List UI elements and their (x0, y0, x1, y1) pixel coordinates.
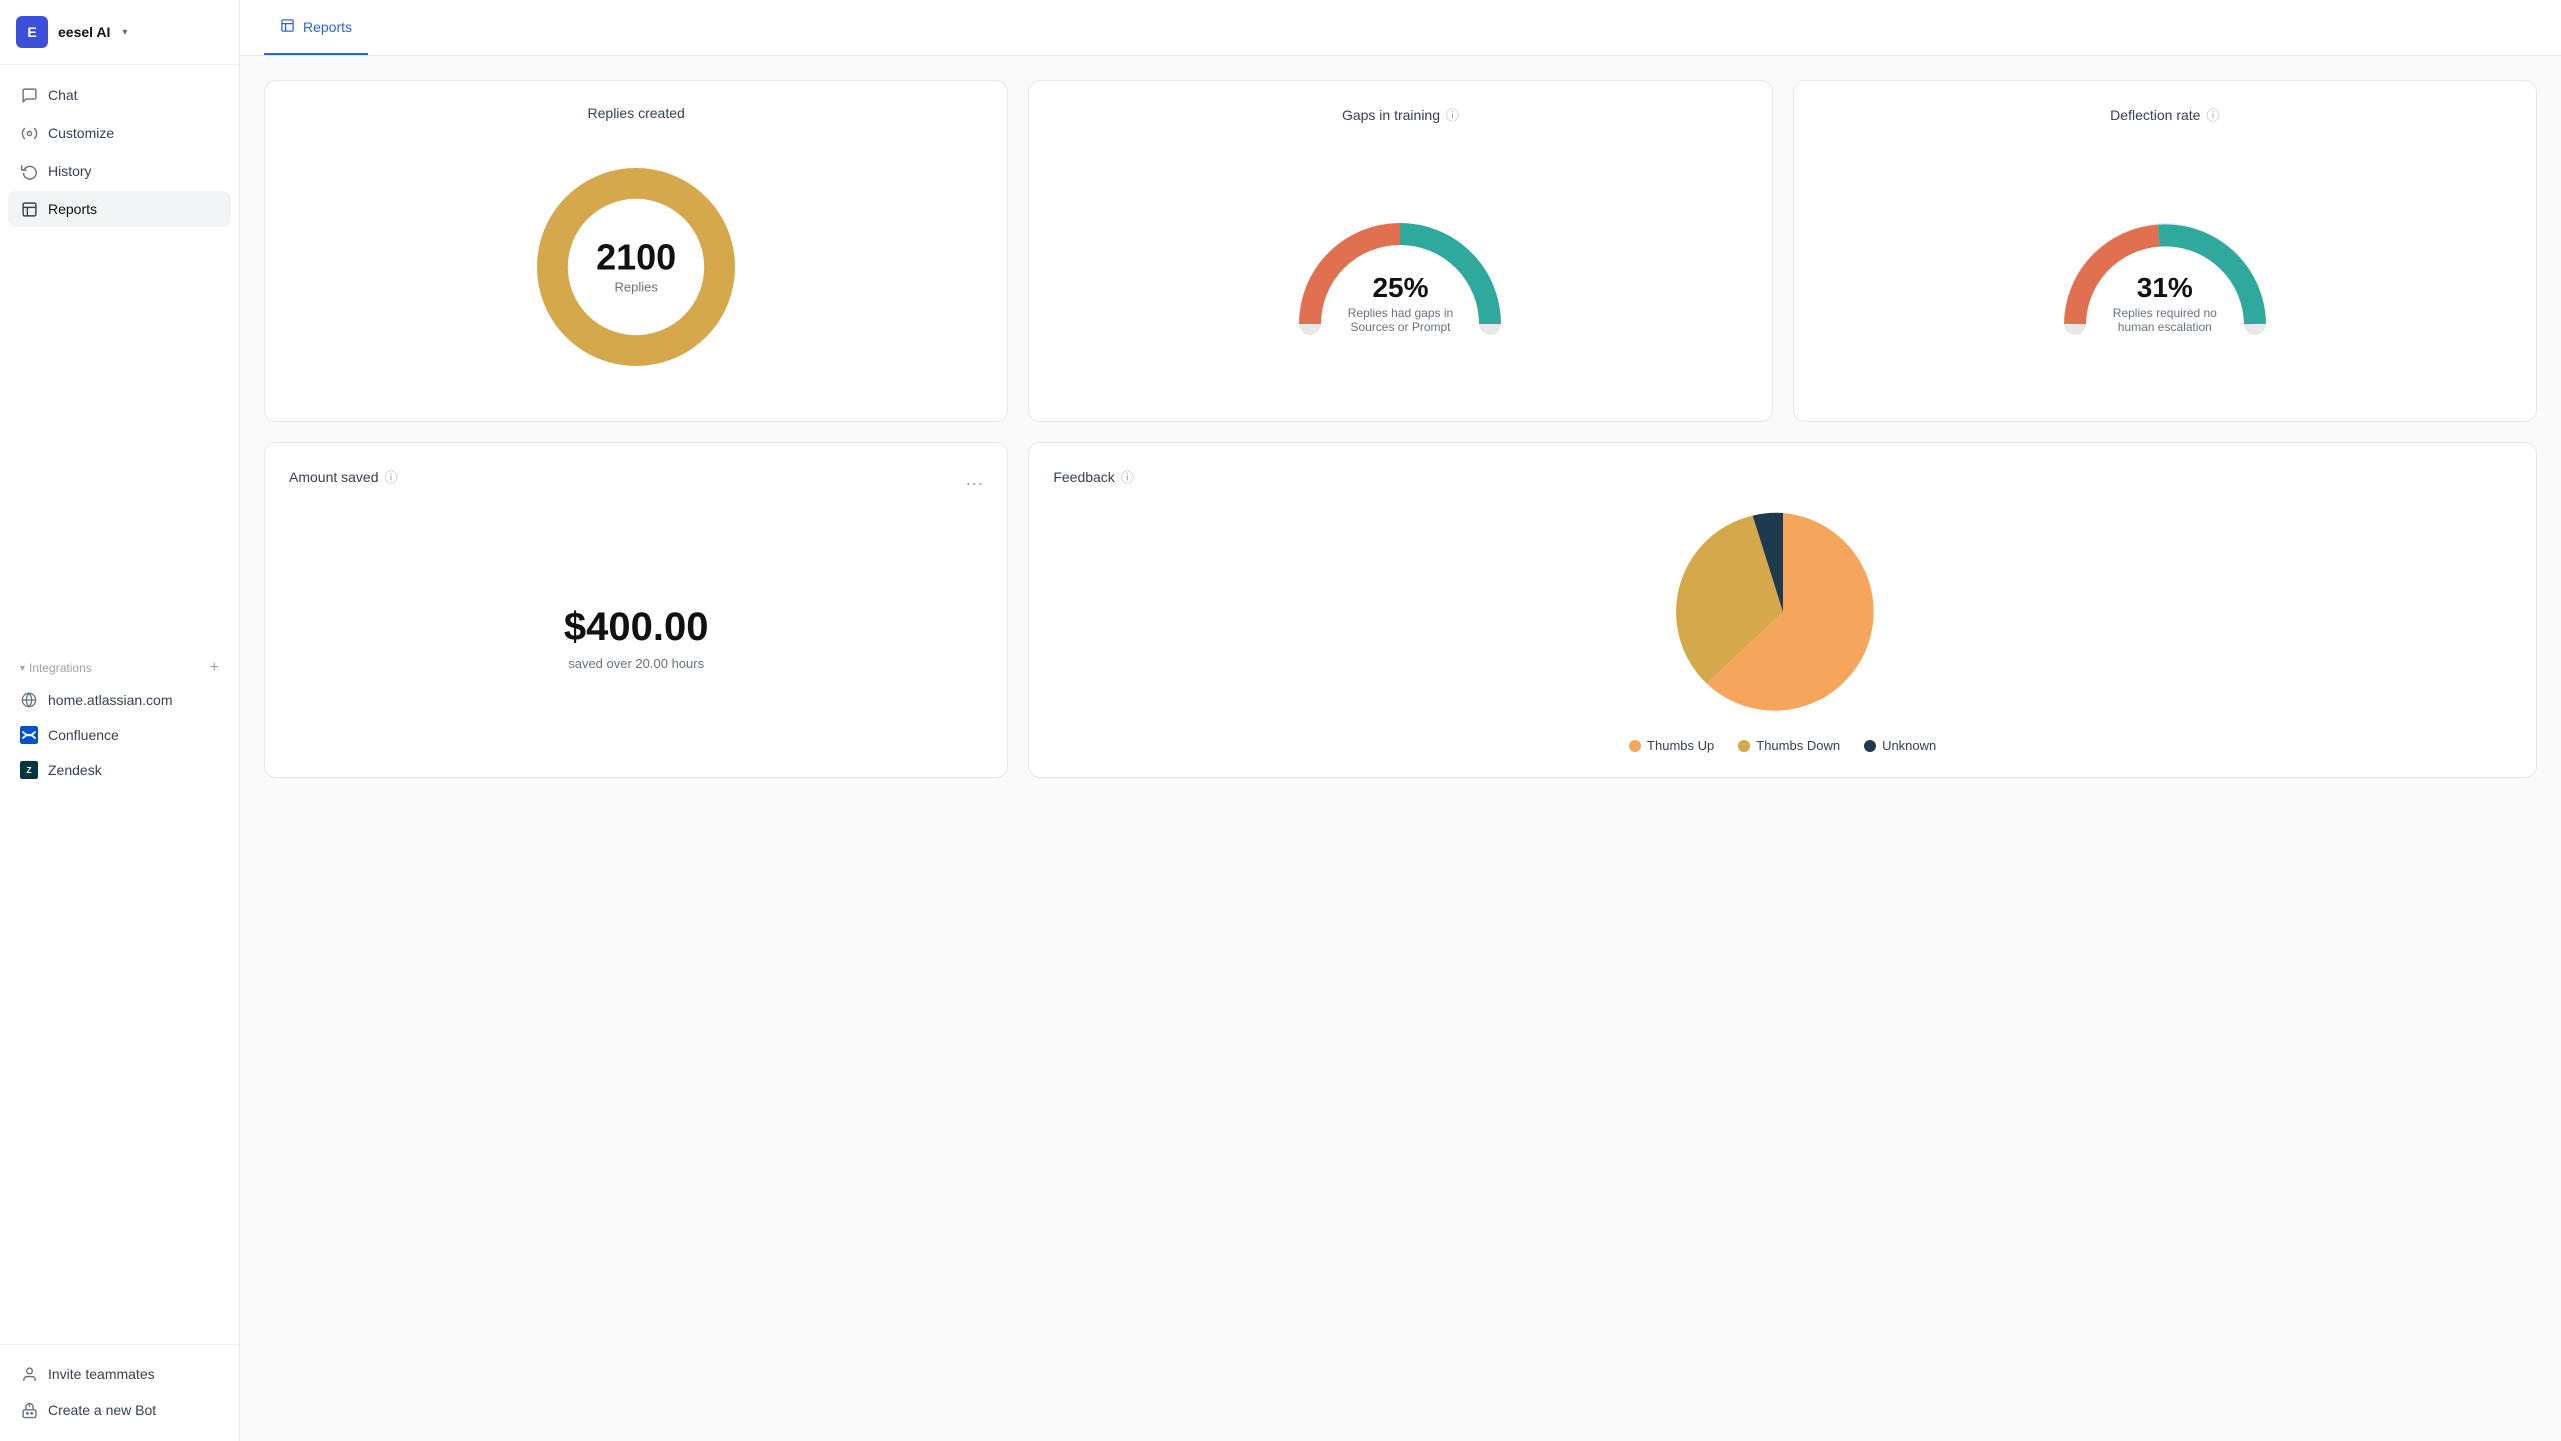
sidebar-item-customize-label: Customize (48, 125, 114, 141)
integrations-collapse-icon[interactable]: ▾ Integrations (20, 661, 92, 675)
legend-thumbs-up: Thumbs Up (1629, 738, 1714, 753)
sidebar-nav: Chat Customize History (0, 65, 239, 645)
company-name: eesel AI (58, 24, 110, 40)
tab-reports[interactable]: Reports (264, 0, 368, 55)
sidebar-item-history-label: History (48, 163, 92, 179)
replies-created-title: Replies created (588, 105, 685, 121)
thumbs-down-label: Thumbs Down (1756, 738, 1840, 753)
card-gaps-in-training: Gaps in training ⓘ 25% Replies had (1028, 80, 1772, 422)
amount-content: $400.00 saved over 20.00 hours (564, 502, 709, 753)
sidebar-item-chat-label: Chat (48, 87, 78, 103)
top-bar: Reports (240, 0, 2561, 56)
gaps-value: 25% (1345, 274, 1455, 302)
card-replies-created: Replies created 2100 Replies (264, 80, 1008, 422)
sidebar-item-reports[interactable]: Reports (8, 191, 231, 227)
dashboard: Replies created 2100 Replies Gaps in (240, 56, 2561, 1441)
integrations-header: ▾ Integrations + (8, 653, 231, 683)
card-amount-saved: Amount saved ⓘ ⋯ $400.00 saved over 20.0… (264, 442, 1008, 778)
confluence-label: Confluence (48, 727, 119, 743)
sidebar-footer: Invite teammates Create a new Bot (0, 1344, 239, 1441)
tab-reports-icon (280, 18, 295, 36)
integration-item-confluence[interactable]: Confluence (8, 718, 231, 752)
gauge-container-gaps: 25% Replies had gaps in Sources or Promp… (1290, 140, 1510, 397)
sidebar-item-customize[interactable]: Customize (8, 115, 231, 151)
unknown-label: Unknown (1882, 738, 1936, 753)
avatar: E (16, 16, 48, 48)
atlassian-label: home.atlassian.com (48, 692, 173, 708)
zendesk-icon: Z (20, 761, 38, 779)
sidebar-item-chat[interactable]: Chat (8, 77, 231, 113)
zendesk-label: Zendesk (48, 762, 102, 778)
deflection-value: 31% (2110, 274, 2220, 302)
chevron-down-icon: ▾ (122, 27, 127, 38)
feedback-title: Feedback ⓘ (1053, 467, 1134, 486)
integration-item-zendesk[interactable]: Z Zendesk (8, 753, 231, 787)
integrations-section: ▾ Integrations + home.atlassian.com (0, 645, 239, 788)
unknown-dot (1864, 740, 1876, 752)
legend-unknown: Unknown (1864, 738, 1936, 753)
donut-container: 2100 Replies (526, 137, 746, 397)
deflection-description: Replies required no human escalation (2110, 306, 2220, 334)
gaps-title: Gaps in training ⓘ (1342, 105, 1459, 124)
bot-icon (20, 1401, 38, 1419)
thumbs-down-dot (1738, 740, 1750, 752)
amount-title: Amount saved ⓘ (289, 467, 398, 486)
customize-icon (20, 124, 38, 142)
create-bot-button[interactable]: Create a new Bot (8, 1393, 231, 1427)
history-icon (20, 162, 38, 180)
card-feedback: Feedback ⓘ (1028, 442, 2537, 778)
sidebar: E eesel AI ▾ Chat Customize (0, 0, 240, 1441)
amount-value: $400.00 (564, 605, 709, 650)
gauge-center-deflection: 31% Replies required no human escalation (2110, 274, 2220, 334)
replies-value: 2100 (596, 240, 676, 276)
invite-icon (20, 1365, 38, 1383)
gauge-container-deflection: 31% Replies required no human escalation (2055, 140, 2275, 397)
chat-icon (20, 86, 38, 104)
svg-text:Z: Z (26, 766, 31, 775)
sidebar-item-history[interactable]: History (8, 153, 231, 189)
integration-item-atlassian[interactable]: home.atlassian.com (8, 683, 231, 717)
replies-label: Replies (596, 280, 676, 295)
globe-icon (20, 691, 38, 709)
amount-title-row: Amount saved ⓘ ⋯ (289, 467, 983, 502)
amount-info-icon: ⓘ (385, 467, 398, 486)
donut-chart: 2100 Replies (526, 157, 746, 377)
gaps-description: Replies had gaps in Sources or Prompt (1345, 306, 1455, 334)
deflection-info-icon: ⓘ (2206, 105, 2219, 124)
amount-menu-button[interactable]: ⋯ (965, 474, 983, 495)
invite-teammates-button[interactable]: Invite teammates (8, 1357, 231, 1391)
feedback-content: Thumbs Up Thumbs Down Unknown (1053, 502, 2512, 753)
amount-description: saved over 20.00 hours (568, 656, 704, 671)
invite-label: Invite teammates (48, 1366, 155, 1382)
reports-icon (20, 200, 38, 218)
thumbs-up-label: Thumbs Up (1647, 738, 1714, 753)
legend-thumbs-down: Thumbs Down (1738, 738, 1840, 753)
add-integration-button[interactable]: + (210, 659, 219, 677)
gaps-info-icon: ⓘ (1446, 105, 1459, 124)
feedback-legend: Thumbs Up Thumbs Down Unknown (1629, 738, 1936, 753)
gauge-center-gaps: 25% Replies had gaps in Sources or Promp… (1345, 274, 1455, 334)
sidebar-item-reports-label: Reports (48, 201, 97, 217)
feedback-pie-chart (1673, 502, 1893, 722)
feedback-info-icon: ⓘ (1121, 467, 1134, 486)
deflection-title: Deflection rate ⓘ (2110, 105, 2219, 124)
main-content: Reports Replies created 2100 Replies (240, 0, 2561, 1441)
tab-reports-label: Reports (303, 19, 352, 35)
sidebar-header[interactable]: E eesel AI ▾ (0, 0, 239, 65)
gauge-chart-deflection: 31% Replies required no human escalation (2055, 214, 2275, 334)
card-deflection-rate: Deflection rate ⓘ 31% Replies required n… (1793, 80, 2537, 422)
gauge-chart-gaps: 25% Replies had gaps in Sources or Promp… (1290, 214, 1510, 334)
create-bot-label: Create a new Bot (48, 1402, 156, 1418)
thumbs-up-dot (1629, 740, 1641, 752)
integrations-label: Integrations (29, 661, 92, 675)
confluence-icon (20, 726, 38, 744)
